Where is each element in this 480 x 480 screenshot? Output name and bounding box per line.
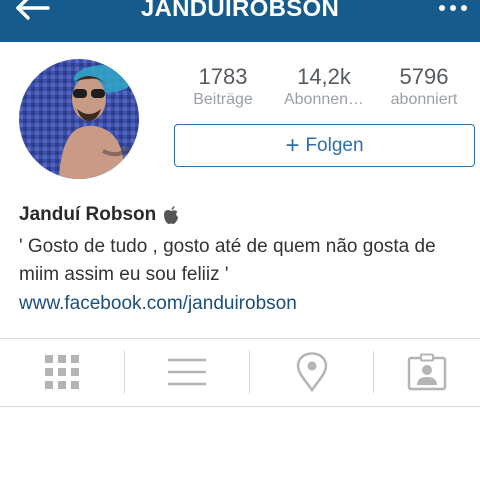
full-name-text: Janduí Robson <box>19 204 157 225</box>
stat-followers[interactable]: 14,2k Abonnen… <box>274 64 374 110</box>
tab-grid[interactable] <box>0 339 124 405</box>
grid-icon <box>45 355 79 389</box>
tab-tagged[interactable] <box>374 339 480 405</box>
stat-following[interactable]: 5796 abonniert <box>374 64 474 110</box>
stat-followers-label: Abonnen… <box>283 91 365 108</box>
profile-bio: ' Gosto de tudo , gosto até de quem não … <box>19 236 436 285</box>
stat-following-count: 5796 <box>399 64 449 89</box>
top-bar: JANDUIROBSON <box>0 0 480 42</box>
tab-location[interactable] <box>250 339 373 405</box>
stat-posts-label: Beiträge <box>193 91 253 108</box>
stat-following-label: abonniert <box>390 91 458 108</box>
tab-bar-bottom-divider <box>0 406 480 407</box>
more-dots-icon <box>439 5 467 11</box>
plus-icon: + <box>285 131 300 159</box>
profile-website-link[interactable]: www.facebook.com/janduirobson <box>19 290 297 318</box>
list-icon <box>168 358 206 386</box>
profile-full-name: Janduí Robson <box>19 203 180 227</box>
apple-icon <box>164 206 179 224</box>
tab-list[interactable] <box>125 339 249 405</box>
profile-avatar[interactable] <box>19 59 139 179</box>
follow-button[interactable]: + Folgen <box>174 124 475 167</box>
follow-label: Folgen <box>305 134 364 156</box>
stat-followers-count: 14,2k <box>297 64 351 89</box>
location-pin-icon <box>296 352 327 392</box>
stat-posts-count: 1783 <box>198 64 248 89</box>
more-options-button[interactable] <box>436 0 472 20</box>
avatar-image <box>19 59 139 179</box>
profile-username: JANDUIROBSON <box>140 0 340 22</box>
tagged-photos-icon <box>407 353 447 391</box>
stat-posts[interactable]: 1783 Beiträge <box>173 64 273 110</box>
